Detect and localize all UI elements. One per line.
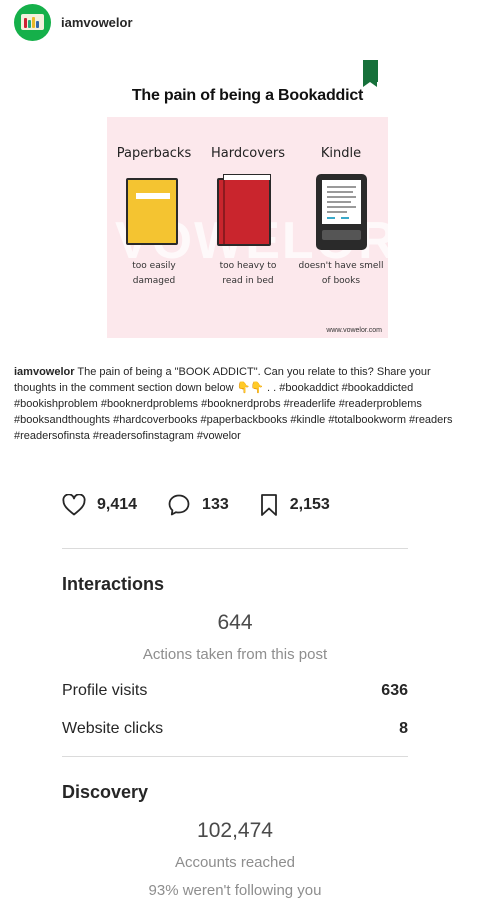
username[interactable]: iamvowelor — [61, 15, 133, 30]
column-heading: Hardcovers — [210, 146, 286, 161]
comment-icon — [168, 494, 190, 516]
avatar[interactable] — [14, 4, 51, 41]
row-label: Profile visits — [62, 682, 148, 699]
interactions-subtitle: Actions taken from this post — [142, 646, 328, 663]
row-label: Website clicks — [62, 720, 164, 737]
post-image-panel: VOWELOR Paperbacks too easily damaged Ha… — [107, 117, 388, 338]
divider — [62, 756, 408, 757]
row-value: 8 — [399, 720, 408, 737]
divider — [62, 548, 408, 549]
likes-count: 9,414 — [97, 496, 138, 513]
caption-text: The pain of being a "BOOK ADDICT". Can y… — [14, 366, 453, 442]
column-caption: too heavy to read in bed — [219, 261, 277, 286]
likes-stat: 9,414 — [62, 494, 137, 516]
comments-count: 133 — [202, 496, 229, 513]
engagement-stats: 9,414 133 2,153 — [62, 490, 360, 520]
post-caption: iamvowelor The pain of being a "BOOK ADD… — [14, 364, 470, 444]
discovery-title: Discovery — [62, 782, 149, 802]
discovery-subtitle: Accounts reached — [174, 854, 296, 871]
saves-stat: 2,153 — [259, 493, 330, 517]
hardcover-book-icon — [217, 174, 271, 246]
post-image: The pain of being a Bookaddict VOWELOR P… — [107, 60, 388, 338]
website-clicks-row: Website clicks 8 — [62, 720, 408, 738]
interactions-title: Interactions — [62, 574, 165, 594]
column-caption: too easily damaged — [132, 261, 176, 286]
saves-count: 2,153 — [289, 496, 330, 513]
column-heading: Kindle — [320, 146, 362, 161]
bookmark-icon — [260, 494, 277, 516]
paperback-book-icon — [126, 178, 178, 245]
kindle-device-icon — [316, 174, 367, 250]
discovery-total: 102,474 — [197, 819, 273, 842]
site-url: www.vowelor.com — [326, 327, 382, 334]
avatar-logo-icon — [21, 14, 44, 30]
interactions-total: 644 — [217, 611, 253, 634]
column-caption: doesn't have smell of books — [298, 261, 384, 286]
post-image-title: The pain of being a Bookaddict — [131, 87, 364, 104]
column-heading: Paperbacks — [116, 146, 192, 161]
vowelor-badge-icon — [363, 60, 378, 87]
discovery-note: 93% weren't following you — [148, 882, 322, 899]
row-value: 636 — [381, 682, 408, 699]
caption-username[interactable]: iamvowelor — [14, 366, 75, 378]
profile-visits-row: Profile visits 636 — [62, 682, 408, 700]
post-header: iamvowelor — [14, 4, 133, 41]
heart-icon — [62, 494, 86, 516]
comments-stat: 133 — [167, 493, 229, 517]
